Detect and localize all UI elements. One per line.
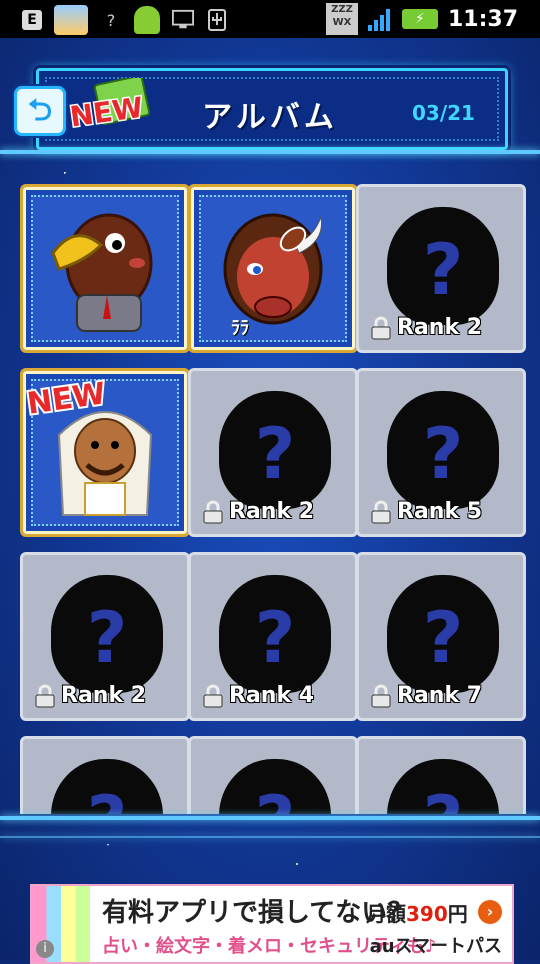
sleep-icon: ZZZ WX bbox=[325, 3, 358, 35]
e-notification-icon: E bbox=[22, 10, 42, 30]
album-card-5[interactable]: ? Rank 2 bbox=[188, 368, 358, 537]
status-bar: E ? ZZZ WX ⚡ 11:37 bbox=[0, 0, 540, 38]
footer-divider bbox=[0, 816, 540, 820]
app-notification-icon bbox=[54, 5, 88, 35]
clock: 11:37 bbox=[447, 6, 518, 32]
rank-requirement: Rank 5 bbox=[397, 499, 483, 524]
wifi-question-icon: ? bbox=[106, 10, 116, 30]
eagle-character-icon bbox=[51, 213, 153, 332]
rank-requirement: Rank 2 bbox=[397, 315, 483, 340]
album-grid: ﾗﾗ ? Rank 2 NEW ? Rank 2 ? Rank 5 ? Rank… bbox=[0, 172, 540, 814]
ad-banner[interactable]: i 有料アプリで損してない？ 月額390円 › 占い・絵文字・着メロ・セキュリテ… bbox=[30, 884, 514, 964]
lock-icon bbox=[203, 500, 223, 523]
album-card-2[interactable]: ﾗﾗ bbox=[188, 184, 358, 353]
locked-silhouette: ? bbox=[387, 391, 499, 509]
rank-requirement: Rank 2 bbox=[229, 499, 315, 524]
chevron-right-icon[interactable]: › bbox=[478, 900, 502, 924]
new-album-badge-icon: NEW bbox=[66, 78, 151, 130]
new-badge-icon: NEW bbox=[23, 374, 110, 421]
locked-silhouette: ? bbox=[219, 575, 331, 693]
locked-silhouette: ? bbox=[51, 759, 163, 814]
lock-icon bbox=[371, 316, 391, 339]
header-divider bbox=[0, 150, 540, 154]
footer-divider-2 bbox=[0, 836, 540, 838]
rank-requirement: Rank 7 bbox=[397, 683, 483, 708]
locked-silhouette: ? bbox=[387, 207, 499, 325]
back-button[interactable]: ⮌ bbox=[14, 86, 66, 136]
battery-charging-icon: ⚡ bbox=[401, 9, 438, 29]
info-icon[interactable]: i bbox=[36, 940, 54, 958]
rank-requirement: Rank 2 bbox=[61, 683, 147, 708]
lock-icon bbox=[371, 500, 391, 523]
lock-icon bbox=[35, 684, 55, 707]
signal-icon bbox=[367, 7, 392, 31]
header-new-label: NEW bbox=[68, 91, 145, 130]
locked-silhouette: ? bbox=[219, 759, 331, 814]
ad-price: 月額390円 bbox=[366, 902, 468, 926]
album-card-12[interactable]: ? bbox=[356, 736, 526, 814]
album-card-1[interactable] bbox=[20, 184, 190, 353]
monitor-icon bbox=[172, 9, 194, 31]
locked-silhouette: ? bbox=[51, 575, 163, 693]
locked-silhouette: ? bbox=[219, 391, 331, 509]
locked-silhouette: ? bbox=[387, 759, 499, 814]
lock-icon bbox=[203, 684, 223, 707]
album-card-6[interactable]: ? Rank 5 bbox=[356, 368, 526, 537]
album-card-3[interactable]: ? Rank 2 bbox=[356, 184, 526, 353]
album-card-9[interactable]: ? Rank 7 bbox=[356, 552, 526, 721]
lock-icon bbox=[371, 684, 391, 707]
album-card-8[interactable]: ? Rank 4 bbox=[188, 552, 358, 721]
collection-counter: 03/21 bbox=[412, 101, 475, 125]
album-card-11[interactable]: ? bbox=[188, 736, 358, 814]
back-arrow-icon: ⮌ bbox=[27, 93, 53, 128]
album-card-7[interactable]: ? Rank 2 bbox=[20, 552, 190, 721]
usb-icon bbox=[206, 9, 228, 31]
rank-requirement: Rank 4 bbox=[229, 683, 315, 708]
album-card-10[interactable]: ? bbox=[20, 736, 190, 814]
album-card-4[interactable]: NEW bbox=[20, 368, 190, 537]
android-icon bbox=[134, 6, 160, 34]
card-caption: ﾗﾗ bbox=[231, 318, 249, 339]
ad-brand: auスマートパス bbox=[369, 936, 502, 957]
card-new-label: NEW bbox=[25, 376, 108, 421]
locked-silhouette: ? bbox=[387, 575, 499, 693]
